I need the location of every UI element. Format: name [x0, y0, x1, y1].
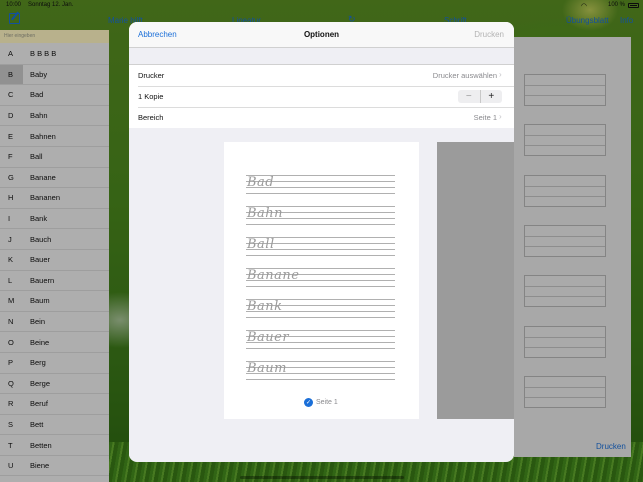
- chevron-right-icon: ›: [499, 70, 502, 79]
- dialog-header: Abbrechen Optionen Drucken: [129, 22, 514, 48]
- checkmark-icon: ✓: [304, 398, 313, 407]
- preview-writing-line: Bad: [246, 175, 395, 194]
- preview-writing-line: Bauer: [246, 330, 395, 349]
- decrement-button[interactable]: −: [458, 90, 481, 103]
- preview-writing-line: Banane: [246, 268, 395, 287]
- preview-word: Banane: [247, 268, 300, 283]
- preview-writing-line: Bank: [246, 299, 395, 318]
- page-label: Seite 1: [316, 399, 338, 406]
- preview-page-next: [437, 142, 514, 419]
- print-preview-area: ✓ Seite 1 Bad Bahn Ball Banane Bank Bauer Baum: [129, 128, 514, 458]
- increment-button[interactable]: +: [481, 90, 503, 103]
- page-selection[interactable]: ✓ Seite 1: [304, 398, 338, 407]
- preview-word: Bahn: [247, 206, 284, 221]
- print-options-list: Drucker Drucker auswählen › 1 Kopie − + …: [129, 64, 514, 129]
- print-button[interactable]: Drucken: [474, 30, 504, 39]
- range-option[interactable]: Bereich Seite 1 ›: [129, 107, 514, 128]
- range-value: Seite 1: [473, 113, 497, 122]
- copies-label: 1 Kopie: [138, 92, 164, 101]
- print-options-dialog: Abbrechen Optionen Drucken Drucker Druck…: [129, 22, 514, 462]
- dialog-title: Optionen: [303, 30, 340, 39]
- home-indicator: [240, 476, 404, 479]
- copies-stepper: − +: [458, 90, 502, 103]
- preview-writing-line: Bahn: [246, 206, 395, 225]
- preview-word: Bauer: [247, 330, 290, 345]
- preview-word: Bank: [247, 299, 283, 314]
- copies-option: 1 Kopie − +: [129, 86, 514, 107]
- preview-word: Baum: [247, 361, 288, 376]
- printer-option[interactable]: Drucker Drucker auswählen ›: [129, 65, 514, 86]
- printer-value: Drucker auswählen: [432, 71, 497, 80]
- printer-label: Drucker: [138, 71, 165, 80]
- preview-writing-line: Ball: [246, 237, 395, 256]
- chevron-right-icon: ›: [499, 112, 502, 121]
- preview-word: Ball: [247, 237, 275, 252]
- preview-writing-line: Baum: [246, 361, 395, 380]
- range-label: Bereich: [138, 113, 164, 122]
- preview-page[interactable]: ✓ Seite 1 Bad Bahn Ball Banane Bank Bauer Baum: [224, 142, 419, 419]
- preview-word: Bad: [247, 175, 275, 190]
